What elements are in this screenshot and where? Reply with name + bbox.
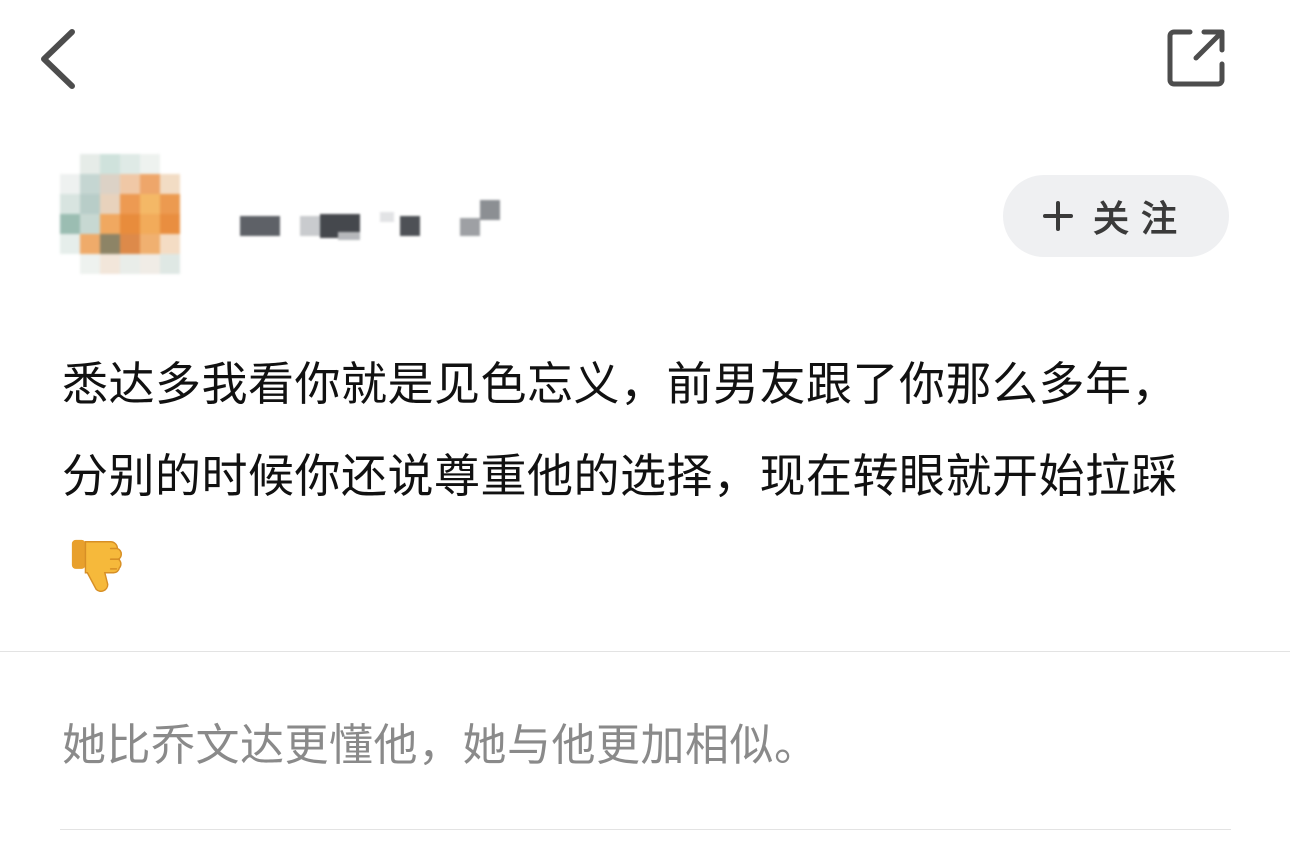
divider: [0, 651, 1290, 652]
username-obscured[interactable]: [238, 196, 508, 246]
divider: [60, 829, 1231, 830]
post-content: 悉达多我看你就是见色忘义，前男友跟了你那么多年，分别的时候你还说尊重他的选择，现…: [62, 338, 1212, 614]
thumbs-down-icon: [71, 539, 123, 592]
post-text: 悉达多我看你就是见色忘义，前男友跟了你那么多年，分别的时候你还说尊重他的选择，现…: [62, 357, 1178, 503]
external-link-icon: [1167, 29, 1225, 87]
plus-icon: [1042, 201, 1073, 231]
share-button[interactable]: [1160, 22, 1232, 94]
avatar[interactable]: [60, 154, 184, 278]
chevron-left-icon: [41, 29, 75, 89]
reply-comment: 她比乔文达更懂他，她与他更加相似。: [62, 720, 819, 771]
back-button[interactable]: [30, 24, 90, 94]
follow-label: 关注: [1092, 199, 1189, 240]
follow-button[interactable]: 关注: [1003, 175, 1229, 257]
